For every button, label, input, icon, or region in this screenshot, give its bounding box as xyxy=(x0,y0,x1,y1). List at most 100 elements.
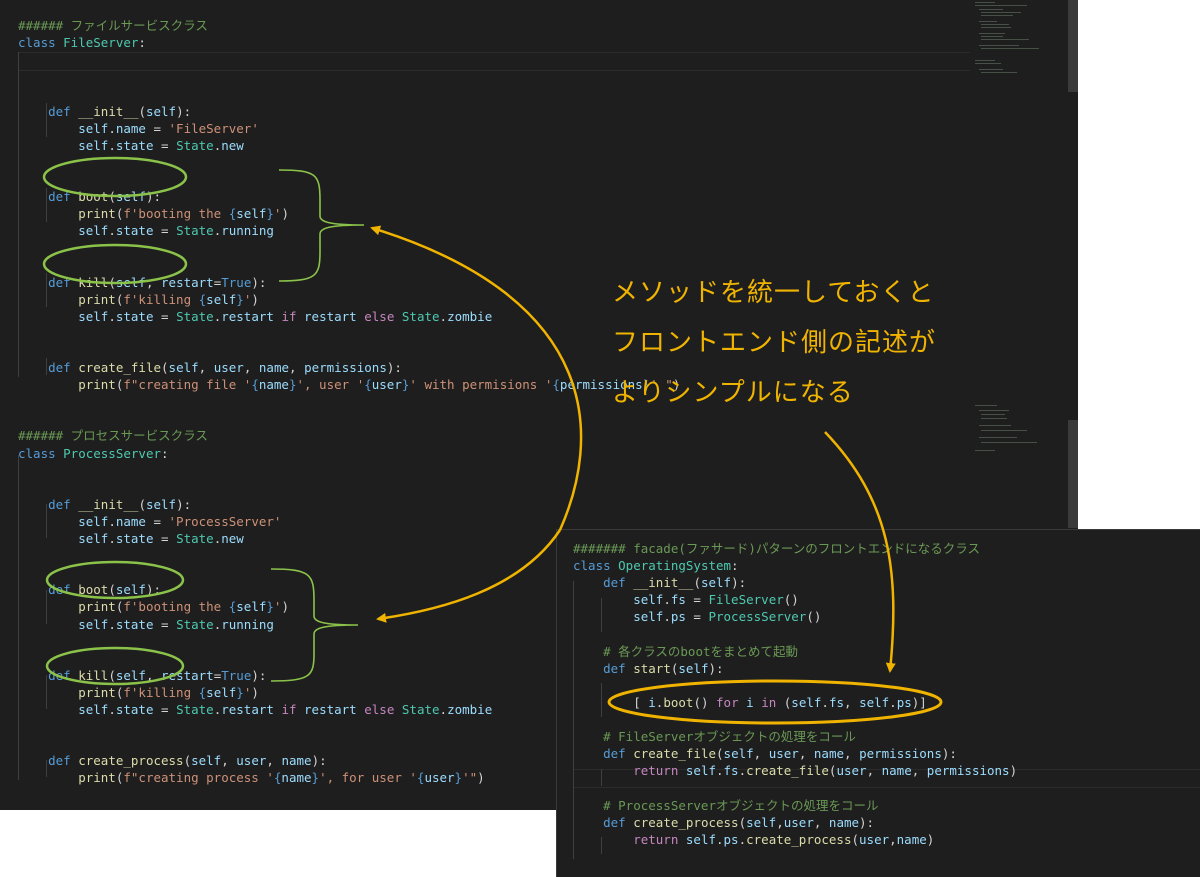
code-token: = xyxy=(685,609,709,625)
code-token: f'killing xyxy=(123,291,199,307)
scrollbar-thumb[interactable] xyxy=(1068,0,1078,92)
code-token: [ xyxy=(573,694,649,710)
code-line[interactable]: ###### ファイルサービスクラス xyxy=(18,17,208,34)
code-token: permissions xyxy=(304,360,387,375)
code-line[interactable]: def create_file(self, user, name, permis… xyxy=(18,359,402,376)
code-token: create_file xyxy=(746,763,829,779)
code-token: kill xyxy=(78,274,109,290)
minimap[interactable] xyxy=(975,0,1065,460)
code-token: print xyxy=(18,377,116,393)
code-token: ) xyxy=(281,599,289,615)
code-line[interactable]: [ i.boot() for i in (self.fs, self.ps)] xyxy=(573,694,927,711)
code-line[interactable]: self.state = State.running xyxy=(18,222,274,239)
facade-code-editor[interactable]: ####### facade(ファサード)パターンのフロントエンドになるクラス c… xyxy=(556,529,1200,877)
code-token: () xyxy=(806,609,822,625)
code-token: self xyxy=(685,763,716,779)
code-line[interactable]: self.name = 'FileServer' xyxy=(18,120,259,137)
code-line[interactable]: # FileServerオブジェクトの処理をコール xyxy=(573,728,856,745)
code-line[interactable]: def boot(self): xyxy=(18,581,161,598)
code-line[interactable]: def __init__(self): xyxy=(18,103,191,120)
code-token: ): xyxy=(251,274,267,290)
code-token: , xyxy=(844,746,860,762)
code-token: self xyxy=(115,667,146,683)
code-token: self xyxy=(168,360,199,375)
code-token: ####### facade(ファサード)パターンのフロントエンドになるクラス xyxy=(573,541,981,556)
code-line[interactable]: return self.fs.create_file(user, name, p… xyxy=(573,762,1017,779)
code-token: , xyxy=(145,274,162,290)
code-line[interactable]: print(f"creating process '{name}', for u… xyxy=(18,769,484,786)
code-line[interactable]: class ProcessServer: xyxy=(18,445,169,462)
code-token: . xyxy=(108,223,116,239)
code-line[interactable]: def __init__(self): xyxy=(573,574,746,591)
code-token: ): xyxy=(176,496,192,512)
code-token: . xyxy=(821,694,829,710)
code-line[interactable]: def create_file(self, user, name, permis… xyxy=(573,745,957,762)
code-token: def xyxy=(18,274,79,290)
code-token: zombie xyxy=(447,702,493,717)
code-token: ): xyxy=(311,753,327,769)
code-token: return xyxy=(573,763,686,779)
code-token: self xyxy=(18,616,109,632)
code-line[interactable]: def __init__(self): xyxy=(18,496,191,513)
code-line[interactable]: print(f"creating file '{name}', user '{u… xyxy=(18,376,680,393)
code-token: class xyxy=(18,35,64,51)
code-token: ): xyxy=(731,575,747,591)
code-line[interactable]: def kill(self, restart=True): xyxy=(18,274,266,291)
code-line[interactable]: return self.ps.create_process(user,name) xyxy=(573,831,934,848)
code-line[interactable]: print(f'killing {self}') xyxy=(18,684,259,701)
code-token: OperatingSystem xyxy=(618,558,732,574)
code-token: # ProcessServerオブジェクトの処理をコール xyxy=(573,797,879,813)
code-line[interactable]: def kill(self, restart=True): xyxy=(18,667,266,684)
code-line[interactable]: # 各クラスのbootをまとめて起動 xyxy=(573,643,798,660)
code-line[interactable]: def start(self): xyxy=(573,660,723,677)
code-token: . xyxy=(108,702,116,717)
code-line[interactable]: # ProcessServerオブジェクトの処理をコール xyxy=(573,797,879,814)
code-line[interactable]: self.state = State.running xyxy=(18,616,274,633)
code-line[interactable]: ####### facade(ファサード)パターンのフロントエンドになるクラス xyxy=(573,540,980,557)
code-token: State xyxy=(176,308,214,324)
code-token: True xyxy=(221,274,252,290)
code-token: def xyxy=(573,814,634,830)
code-token: # 各クラスのbootをまとめて起動 xyxy=(573,643,799,659)
code-token: ProcessServer xyxy=(708,609,807,625)
code-token: class xyxy=(18,445,64,461)
code-token: state xyxy=(115,616,154,632)
code-line[interactable]: self.state = State.new xyxy=(18,137,244,154)
code-token: ( xyxy=(693,575,701,591)
code-token: state xyxy=(115,223,154,239)
code-token: permissions xyxy=(926,763,1010,779)
code-token: def xyxy=(18,753,79,769)
code-line[interactable]: self.fs = FileServer() xyxy=(573,591,799,608)
code-line[interactable]: print(f'killing {self}') xyxy=(18,291,259,308)
code-token: f"creating file ' xyxy=(123,377,252,393)
code-token: user xyxy=(236,753,267,769)
code-token: create_process xyxy=(78,753,184,769)
code-line[interactable]: class FileServer: xyxy=(18,34,146,51)
scrollbar-thumb[interactable] xyxy=(1068,420,1078,528)
code-token: ) xyxy=(1009,763,1018,779)
code-token: def xyxy=(18,189,79,204)
code-line[interactable]: def create_process(self,user, name): xyxy=(573,814,874,831)
code-line[interactable]: def create_process(self, user, name): xyxy=(18,752,327,769)
code-line[interactable]: ###### プロセスサービスクラス xyxy=(18,427,208,444)
code-token: user xyxy=(783,814,814,830)
code-token: start xyxy=(633,660,671,676)
code-line[interactable]: print(f'booting the {self}') xyxy=(18,205,289,222)
code-line[interactable]: self.name = 'ProcessServer' xyxy=(18,513,281,530)
code-token: self xyxy=(206,291,237,307)
code-token: , xyxy=(866,763,882,779)
code-token: ( xyxy=(851,831,860,847)
code-token: ): xyxy=(941,746,957,762)
code-line[interactable]: self.state = State.new xyxy=(18,530,244,547)
code-line[interactable]: print(f'booting the {self}') xyxy=(18,598,289,615)
code-line[interactable]: def boot(self): xyxy=(18,188,161,205)
code-token: running xyxy=(221,223,274,239)
code-line[interactable]: self.state = State.restart if restart el… xyxy=(18,308,492,325)
code-token: ): xyxy=(145,189,162,204)
code-line[interactable]: self.ps = ProcessServer() xyxy=(573,608,821,625)
code-line[interactable]: class OperatingSystem: xyxy=(573,557,739,574)
code-token: in xyxy=(761,694,784,710)
code-token: } xyxy=(311,770,320,786)
code-token: . xyxy=(108,120,116,136)
code-line[interactable]: self.state = State.restart if restart el… xyxy=(18,701,492,718)
